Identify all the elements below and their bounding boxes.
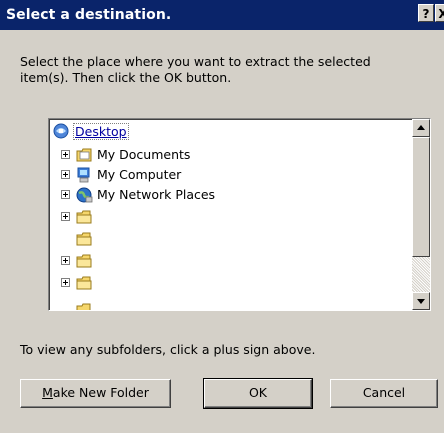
help-button[interactable]: ? [418,4,434,22]
mnemonic-letter: M [42,385,53,400]
ok-button[interactable]: OK [203,378,313,409]
folder-icon [76,232,92,246]
scroll-up-button[interactable] [412,119,430,137]
vertical-scrollbar[interactable] [412,119,430,310]
network-places-icon [76,187,93,203]
dialog-title: Select a destination. [6,7,172,23]
folder-tree[interactable]: Desktop My Documents My Computer My Netw… [48,118,431,311]
close-button[interactable]: X [435,4,444,22]
cancel-button[interactable]: Cancel [330,379,438,408]
folder-icon [76,210,92,224]
button-label: ake New Folder [52,385,149,400]
tree-item-folder[interactable] [49,229,409,249]
tree-item-folder[interactable] [49,273,409,293]
scroll-down-button[interactable] [412,292,430,310]
extract-destination-dialog: Select a destination. ? X Select the pla… [0,0,444,433]
expand-plus-icon[interactable] [61,256,70,265]
subfolder-hint: To view any subfolders, click a plus sig… [20,342,316,357]
computer-icon [77,167,90,183]
tree-item-my-network-places[interactable]: My Network Places [49,185,409,205]
expand-plus-icon[interactable] [61,170,70,179]
tree-item-desktop[interactable]: Desktop [49,121,409,141]
title-bar[interactable]: Select a destination. ? X [0,0,444,30]
arrow-down-icon [417,299,425,304]
expand-plus-icon[interactable] [61,190,70,199]
scroll-thumb[interactable] [412,137,430,257]
make-new-folder-button[interactable]: Make New Folder [20,379,171,408]
tree-item-label: My Computer [97,167,182,182]
tree-item-my-documents[interactable]: My Documents [49,145,409,165]
expand-plus-icon[interactable] [61,150,70,159]
tree-item-folder[interactable] [49,251,409,271]
folder-icon [76,276,92,290]
desktop-icon [53,123,69,139]
instructions-text: Select the place where you want to extra… [20,54,371,85]
tree-item-label: My Documents [97,147,191,162]
tree-item-my-computer[interactable]: My Computer [49,165,409,185]
tree-item-label: My Network Places [97,187,216,202]
tree-item-folder[interactable] [49,207,409,227]
documents-folder-icon [76,148,92,162]
folder-icon [76,254,92,268]
expand-plus-icon[interactable] [61,212,70,221]
arrow-up-icon [417,125,425,130]
folder-icon [76,303,91,310]
tree-item-label: Desktop [73,123,129,140]
expand-plus-icon[interactable] [61,278,70,287]
